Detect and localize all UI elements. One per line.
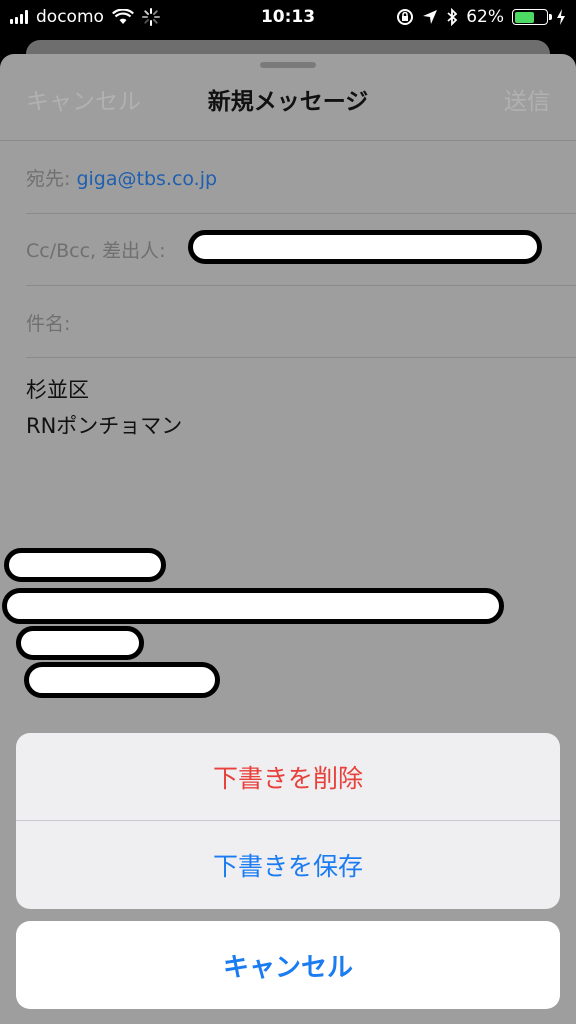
battery-fill: [514, 11, 534, 23]
action-cancel-button[interactable]: キャンセル: [16, 921, 560, 1009]
send-button[interactable]: 送信: [504, 82, 550, 116]
to-recipient[interactable]: giga@tbs.co.jp: [76, 168, 217, 190]
location-icon: [423, 10, 438, 24]
redaction-mark: [24, 662, 220, 698]
cc-divider: [26, 285, 576, 286]
status-bar: docomo 10:13 62%: [0, 0, 576, 34]
charging-icon: [557, 9, 565, 25]
message-body[interactable]: 杉並区 RNポンチョマン: [26, 372, 182, 444]
subject-divider: [26, 357, 576, 358]
redaction-mark: [4, 548, 166, 582]
bluetooth-icon: [447, 8, 458, 26]
cc-label: Cc/Bcc, 差出人:: [26, 240, 166, 262]
action-sheet-group: 下書きを削除 下書きを保存: [16, 733, 560, 909]
to-field[interactable]: 宛先: giga@tbs.co.jp: [26, 164, 217, 191]
to-label: 宛先:: [26, 168, 71, 190]
body-line: 杉並区: [26, 378, 89, 402]
orientation-lock-icon: [397, 9, 414, 25]
save-draft-button[interactable]: 下書きを保存: [16, 821, 560, 909]
redaction-mark: [188, 230, 542, 264]
sheet-grabber[interactable]: [260, 62, 316, 68]
subject-label: 件名:: [26, 313, 71, 335]
redaction-mark: [2, 588, 504, 624]
compose-title: 新規メッセージ: [207, 89, 369, 115]
battery-icon: [512, 9, 552, 25]
nav-divider: [0, 140, 576, 141]
cc-field[interactable]: Cc/Bcc, 差出人:: [26, 236, 166, 263]
redaction-mark: [16, 626, 144, 660]
status-right: 62%: [396, 0, 566, 34]
to-divider: [26, 213, 576, 214]
body-line: RNポンチョマン: [26, 414, 183, 438]
compose-nav-bar: キャンセル 新規メッセージ 送信: [0, 78, 576, 118]
delete-draft-button[interactable]: 下書きを削除: [16, 733, 560, 821]
screen: docomo 10:13 62% キャンセル 新規メッセージ 送信 宛先: gi…: [0, 0, 576, 1024]
subject-field[interactable]: 件名:: [26, 309, 70, 336]
battery-percent: 62%: [466, 7, 504, 27]
